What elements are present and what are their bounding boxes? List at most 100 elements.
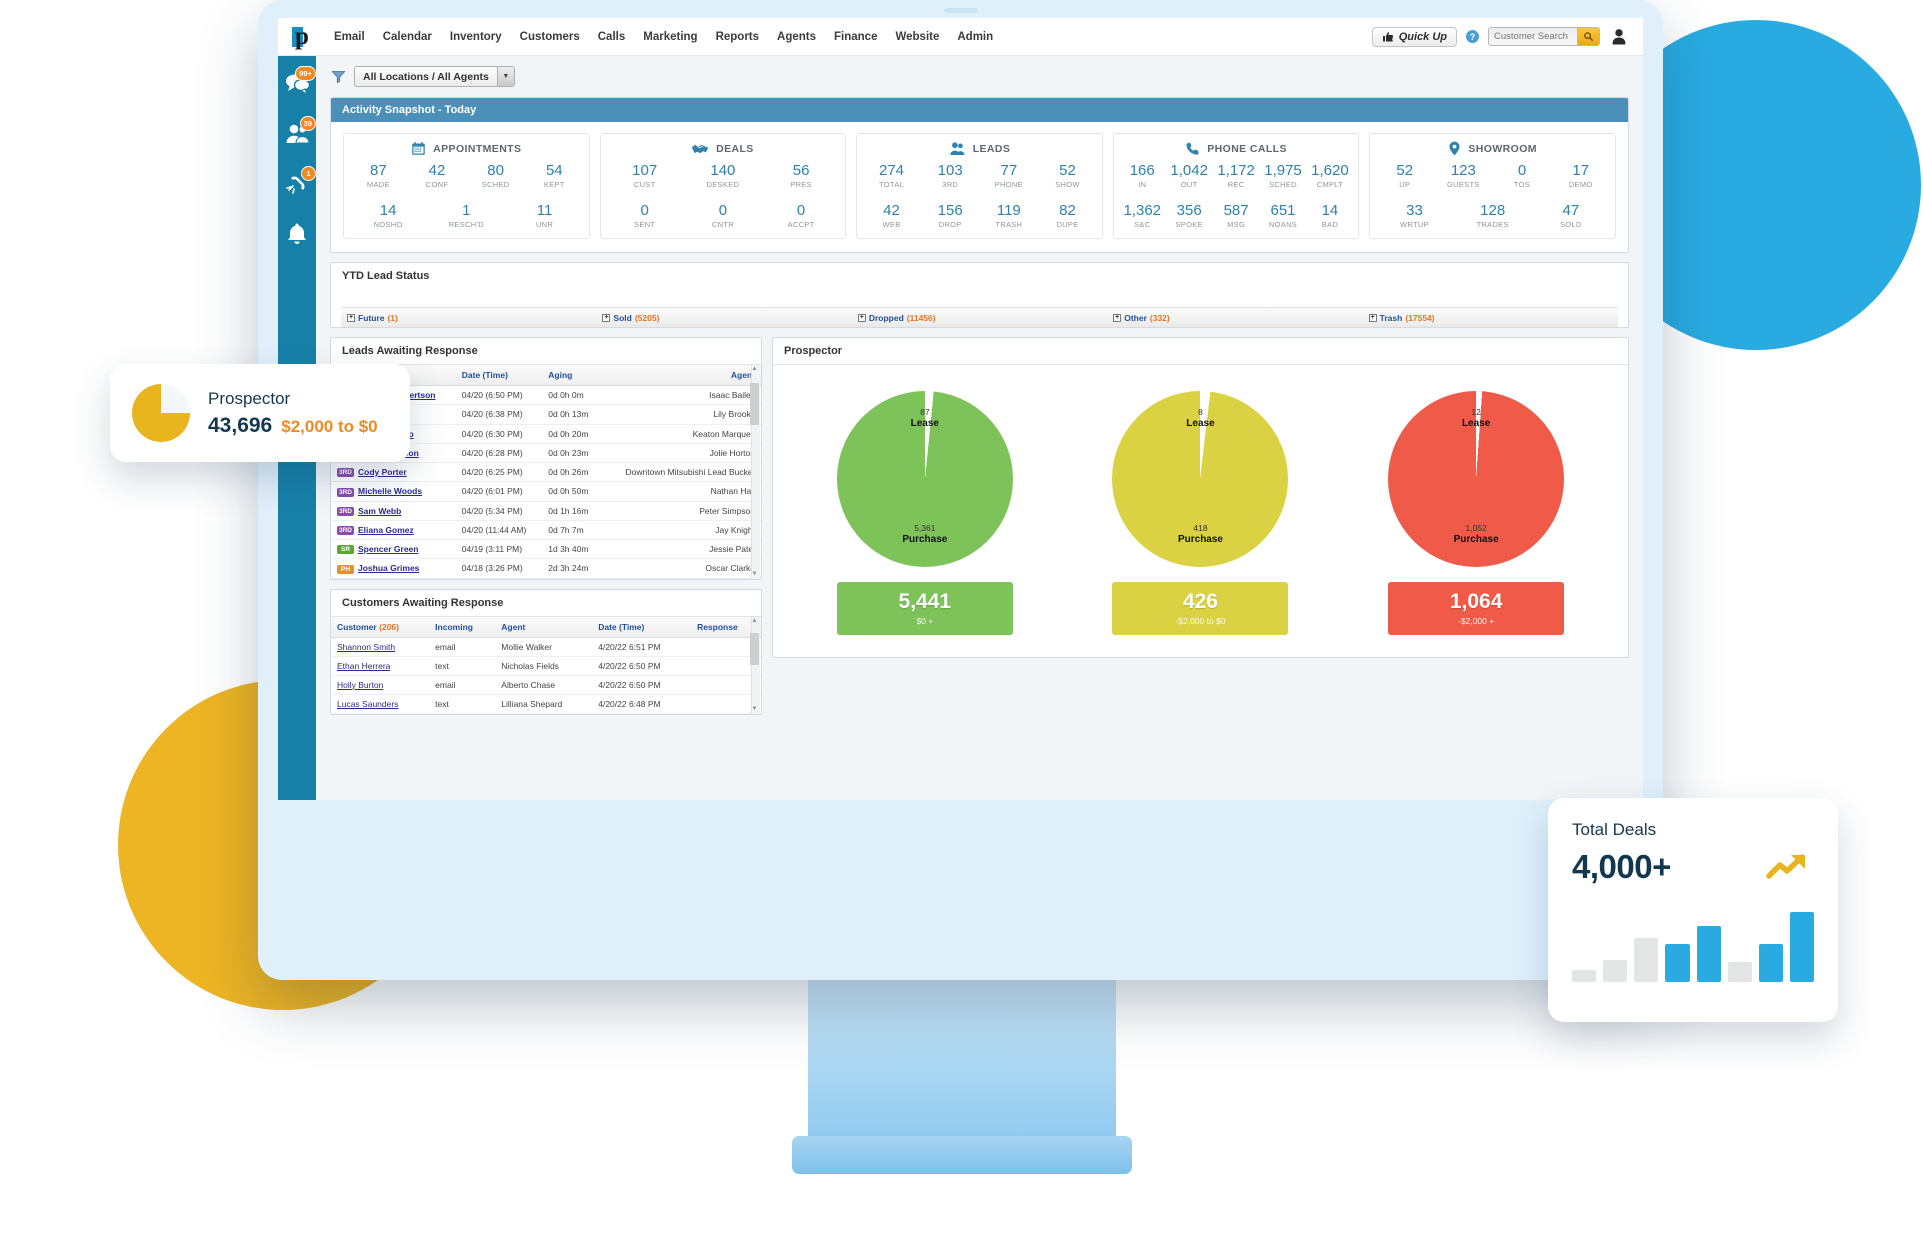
search-button[interactable] xyxy=(1577,28,1599,45)
search-input[interactable] xyxy=(1489,28,1577,45)
snapshot-metric-row: 107 CUST 140 DESKED 56 PRES xyxy=(606,162,841,189)
lead-name-link[interactable]: Sam Webb xyxy=(358,506,401,516)
table-row[interactable]: Lucas Saunders text Lilliana Shepard 4/20/2… xyxy=(331,694,761,714)
metric-value: 107 xyxy=(632,162,658,179)
customer-name-link[interactable]: Lucas Saunders xyxy=(337,699,398,709)
bar xyxy=(1634,938,1659,982)
thumbs-up-icon xyxy=(1382,31,1393,42)
table-row[interactable]: 3RD Michelle Woods 04/20 (6:01 PM) 0d 0h 50… xyxy=(331,481,761,502)
metric-label: NOSHO xyxy=(373,220,403,229)
customer-date: 4/20/22 6:50 PM xyxy=(592,675,692,695)
app-logo-icon[interactable]: p xyxy=(292,24,316,49)
table-row[interactable]: 3RD Eliana Gomez 04/20 (11:44 AM) 0d 7h 7m J… xyxy=(331,520,761,541)
scrollbar-thumb[interactable] xyxy=(750,383,759,425)
lead-name-link[interactable]: Spencer Green xyxy=(358,544,418,554)
ytd-item-future[interactable]: + Future (1) xyxy=(341,313,596,323)
metric-label: MSG xyxy=(1227,220,1246,229)
ytd-item-dropped[interactable]: + Dropped (11456) xyxy=(852,313,1107,323)
pie-chart[interactable]: 12 Lease 1,052 Purchase xyxy=(1388,391,1565,567)
table-row[interactable]: Shannon Smith email Mollie Walker 4/20/22 6… xyxy=(331,637,761,657)
bar xyxy=(1727,962,1752,982)
scrollbar-thumb[interactable] xyxy=(750,632,759,665)
table-row[interactable]: SR Spencer Green 04/19 (3:11 PM) 1d 3h 40m J… xyxy=(331,539,761,560)
nav-item-website[interactable]: Website xyxy=(895,31,939,43)
lead-name-link[interactable]: Michelle Woods xyxy=(358,486,422,496)
col-date[interactable]: Date (Time) xyxy=(592,616,692,638)
pie-chart[interactable]: 87 Lease 5,361 Purchase xyxy=(836,391,1013,567)
funnel-icon[interactable] xyxy=(330,69,347,84)
ytd-item-other[interactable]: + Other (332) xyxy=(1107,313,1362,323)
sidebar-item-leads[interactable]: 39 xyxy=(283,116,316,148)
ytd-lead-status-panel: YTD Lead Status + Future (1) + Sold (520… xyxy=(330,262,1629,328)
nav-item-email[interactable]: Email xyxy=(334,31,365,43)
prospector-total-box[interactable]: 5,441 $0 + xyxy=(836,582,1013,635)
prospector-total-box[interactable]: 1,064 -$2,000 + xyxy=(1388,582,1565,635)
question-mark-icon[interactable]: ? xyxy=(1466,30,1479,43)
metric-label: RESCH'D xyxy=(448,220,484,229)
col-date[interactable]: Date (Time) xyxy=(455,365,543,386)
nav-item-customers[interactable]: Customers xyxy=(520,31,580,43)
table-row[interactable]: Ethan Herrera text Nicholas Fields 4/20/22 … xyxy=(331,656,761,676)
metric-label: GUESTS xyxy=(1447,180,1480,189)
vertical-scrollbar[interactable]: ▲ ▼ xyxy=(750,365,760,579)
pie-chart[interactable]: 8 Lease 418 Purchase xyxy=(1112,391,1289,567)
table-row[interactable]: Holly Burton email Alberto Chase 4/20/22 6:… xyxy=(331,675,761,695)
nav-item-reports[interactable]: Reports xyxy=(716,31,759,43)
metric: 103 3RD xyxy=(921,162,980,189)
nav-item-finance[interactable]: Finance xyxy=(834,31,877,43)
lead-name-link[interactable]: Cody Porter xyxy=(358,467,407,477)
metric-value: 156 xyxy=(937,202,963,219)
overlay-deals-bar-chart xyxy=(1572,902,1814,982)
lead-name-link[interactable]: Joshua Grimes xyxy=(358,563,419,573)
customer-incoming: email xyxy=(429,637,496,657)
metric-value: 56 xyxy=(792,162,810,179)
user-avatar-icon[interactable] xyxy=(1609,27,1629,47)
quick-up-button[interactable]: Quick Up xyxy=(1371,26,1457,47)
lead-cell: SR Spencer Green xyxy=(331,539,456,560)
customers-awaiting-table: Customer (206) Incoming Agent Date (Time… xyxy=(331,616,761,714)
col-aging[interactable]: Aging xyxy=(542,365,602,386)
metric-value: 0 xyxy=(796,202,806,219)
nav-item-inventory[interactable]: Inventory xyxy=(450,31,502,43)
lead-type-badge: SR xyxy=(337,545,354,555)
nav-item-agents[interactable]: Agents xyxy=(777,31,816,43)
col-agent[interactable]: Agent xyxy=(601,365,761,386)
customer-name-link[interactable]: Shannon Smith xyxy=(337,642,395,652)
snapshot-card-title: DEALS xyxy=(716,142,754,155)
metric-value: 123 xyxy=(1450,162,1476,179)
nav-item-calls[interactable]: Calls xyxy=(598,31,626,43)
location-agent-select[interactable]: All Locations / All Agents ▼ xyxy=(354,66,515,87)
nav-item-marketing[interactable]: Marketing xyxy=(643,31,697,43)
metric: 77 PHONE xyxy=(980,162,1039,189)
table-row[interactable]: 3RD Sam Webb 04/20 (5:34 PM) 0d 1h 16m Peter… xyxy=(331,501,761,521)
nav-item-admin[interactable]: Admin xyxy=(957,31,993,43)
col-agent[interactable]: Agent xyxy=(495,616,593,638)
ytd-item-trash[interactable]: + Trash (17554) xyxy=(1363,313,1618,323)
lead-date: 04/20 (11:44 AM) xyxy=(455,520,543,541)
scroll-up-arrow[interactable]: ▲ xyxy=(750,617,759,626)
ytd-item-sold[interactable]: + Sold (5205) xyxy=(596,313,851,323)
scroll-down-arrow[interactable]: ▼ xyxy=(750,705,759,714)
customer-name-link[interactable]: Ethan Herrera xyxy=(337,661,390,671)
overlay-prospector-text: Prospector 43,696 $2,000 to $0 xyxy=(208,389,378,438)
metric: 587 MSG xyxy=(1213,202,1260,229)
metric-value: 77 xyxy=(1000,162,1018,179)
sidebar-item-calls[interactable]: 1 xyxy=(283,166,316,198)
customer-agent: Alberto Chase xyxy=(495,675,593,695)
table-row[interactable]: PH Joshua Grimes 04/18 (3:26 PM) 2d 3h 24m O… xyxy=(331,558,761,579)
nav-item-calendar[interactable]: Calendar xyxy=(383,31,432,43)
col-customer[interactable]: Customer (206) xyxy=(331,616,430,638)
sidebar-item-messages[interactable]: 99+ xyxy=(283,66,316,98)
metric: 0 CNTR xyxy=(684,202,762,229)
scroll-down-arrow[interactable]: ▼ xyxy=(750,570,759,579)
lead-name-link[interactable]: Eliana Gomez xyxy=(358,525,414,535)
lead-type-badge: 3RD xyxy=(337,487,355,497)
scroll-up-arrow[interactable]: ▲ xyxy=(750,365,759,374)
col-incoming[interactable]: Incoming xyxy=(429,616,496,638)
customer-name-link[interactable]: Holly Burton xyxy=(337,680,383,690)
prospector-total-box[interactable]: 426 -$2,000 to $0 xyxy=(1112,582,1289,635)
sidebar-item-alerts[interactable] xyxy=(283,220,311,248)
vertical-scrollbar[interactable]: ▲ ▼ xyxy=(750,616,760,714)
table-row[interactable]: 3RD Cody Porter 04/20 (6:25 PM) 0d 0h 26m Do… xyxy=(331,462,761,483)
metric: 56 PRES xyxy=(762,162,840,189)
